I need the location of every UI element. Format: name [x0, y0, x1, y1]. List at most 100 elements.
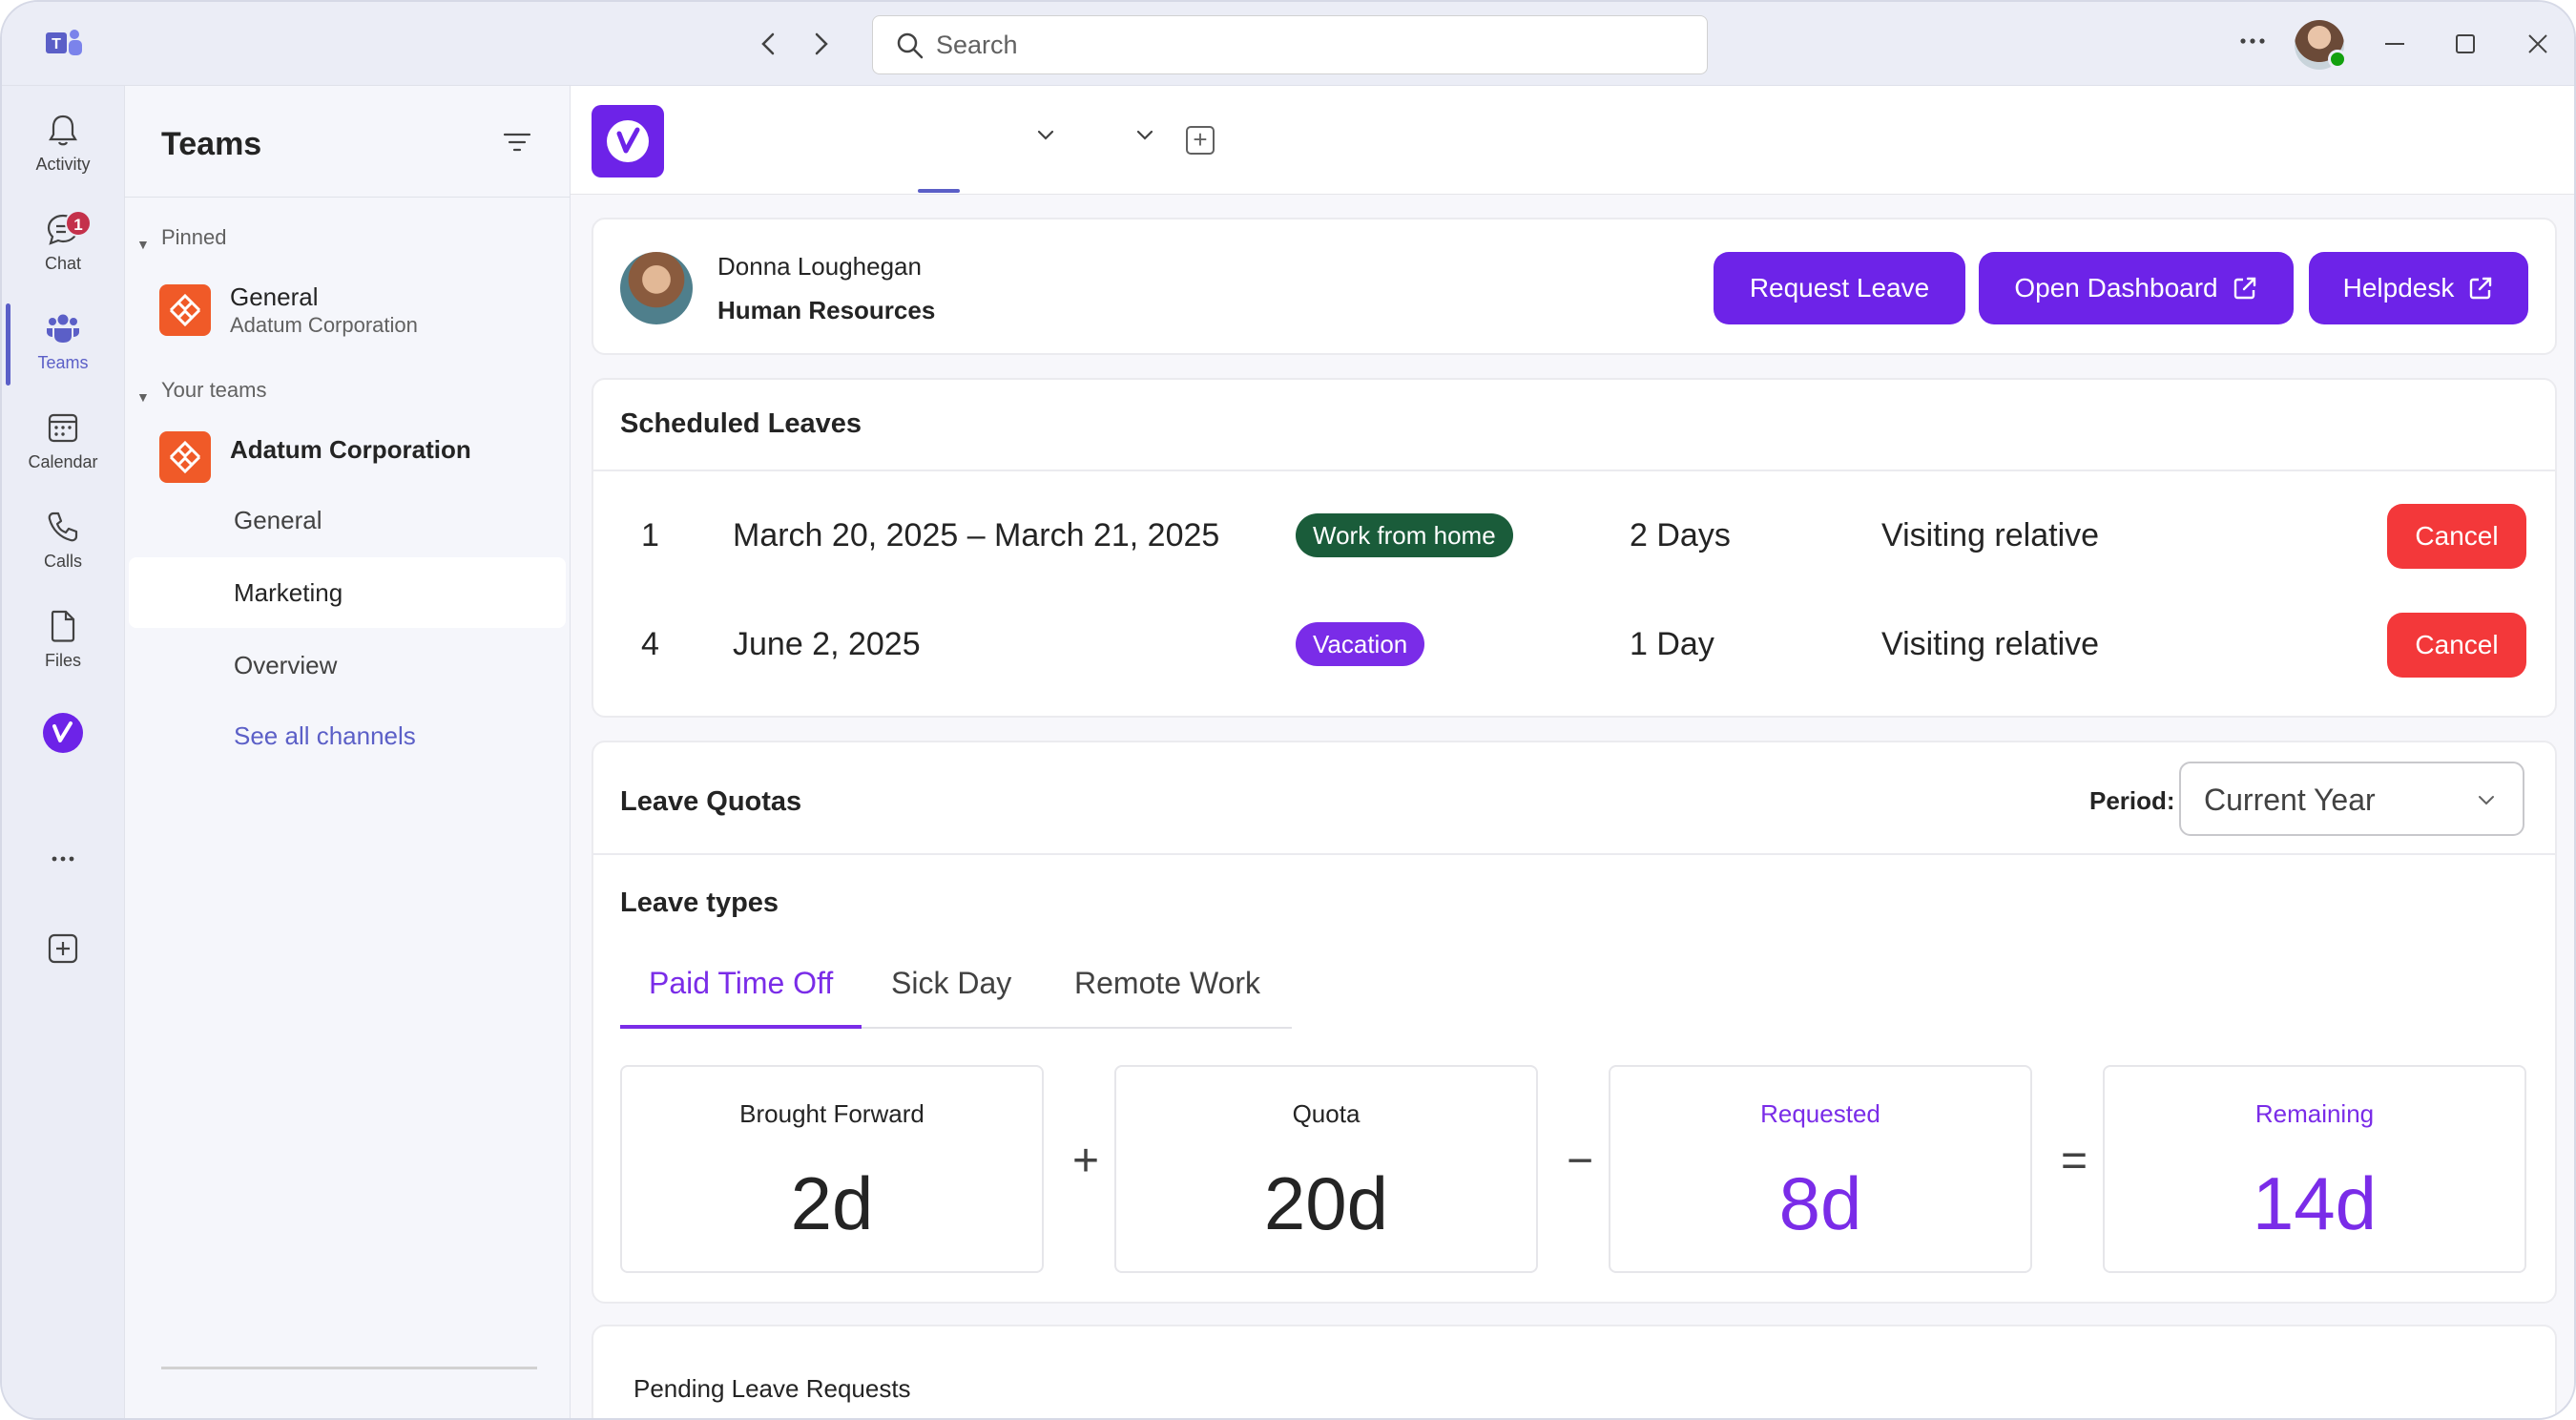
quota-label: Brought Forward: [739, 1099, 924, 1128]
rail-label: Calendar: [28, 452, 98, 471]
chevron-left-icon: [761, 32, 775, 55]
quota-value: 8d: [1778, 1161, 1862, 1245]
card-title: Pending Leave Requests: [634, 1374, 911, 1403]
request-leave-button[interactable]: Request Leave: [1714, 252, 1965, 324]
rail-more-apps-button[interactable]: [2, 840, 124, 878]
add-square-icon: [48, 933, 78, 964]
more-options-button[interactable]: [2238, 27, 2267, 63]
tab-remote-work[interactable]: Remote Work: [1046, 960, 1289, 1029]
leave-duration: 2 Days: [1630, 517, 1731, 553]
maximize-icon: [2456, 34, 2475, 53]
app-header: +: [571, 86, 2574, 195]
leave-type-badge: Work from home: [1296, 513, 1513, 557]
svg-text:T: T: [52, 36, 61, 52]
leave-app-icon: [607, 120, 649, 162]
quota-value: 20d: [1263, 1161, 1389, 1245]
minimize-icon: [2385, 43, 2404, 45]
leave-app-icon: [43, 713, 83, 753]
rail-item-activity[interactable]: Activity: [2, 111, 124, 206]
rail-item-calls[interactable]: Calls: [2, 508, 124, 603]
filter-icon[interactable]: [501, 128, 533, 157]
pane-title: Teams: [161, 126, 262, 162]
search-input[interactable]: [936, 26, 1680, 64]
chat-unread-badge: 1: [65, 210, 92, 237]
quota-label: Requested: [1760, 1099, 1880, 1128]
leave-type-badge: Vacation: [1296, 622, 1425, 666]
rail-label: Files: [44, 651, 81, 670]
employee-department: Human Resources: [717, 296, 936, 324]
employee-avatar: [620, 252, 693, 324]
leave-row: 1 March 20, 2025 – March 21, 2025 Work f…: [593, 487, 2555, 582]
rail-item-teams[interactable]: Teams: [2, 309, 124, 405]
card-title: Leave Quotas: [620, 786, 802, 817]
your-teams-section-label: Your teams: [161, 378, 267, 402]
close-button[interactable]: [2519, 25, 2557, 63]
card-divider: [593, 470, 2555, 471]
add-tab-button[interactable]: +: [1186, 126, 1215, 155]
presence-available-icon: [2328, 50, 2347, 69]
scheduled-leaves-card: Scheduled Leaves 1 March 20, 2025 – Marc…: [592, 378, 2557, 718]
tab-paid-time-off[interactable]: Paid Time Off: [620, 960, 862, 1029]
pinned-channel-name[interactable]: General: [230, 282, 319, 312]
period-select[interactable]: Current Year: [2179, 762, 2524, 836]
rail-item-files[interactable]: Files: [2, 607, 124, 702]
plus-icon: +: [1193, 125, 1208, 154]
profile-card: Donna Loughegan Human Resources Request …: [592, 218, 2557, 355]
pane-bottom-divider: [161, 1367, 537, 1369]
cancel-leave-button[interactable]: Cancel: [2387, 504, 2526, 569]
forward-button[interactable]: [803, 27, 838, 61]
teams-pane: Teams ▼ Pinned General Adatum Corporatio…: [124, 86, 571, 1418]
period-selected-value: Current Year: [2204, 783, 2376, 817]
team-name[interactable]: Adatum Corporation: [230, 435, 471, 465]
chevron-down-icon: [2479, 796, 2494, 805]
maximize-button[interactable]: [2446, 25, 2484, 63]
channel-item-selected[interactable]: Marketing: [129, 557, 566, 628]
pane-divider: [125, 197, 571, 198]
channel-item[interactable]: Overview: [129, 630, 566, 700]
team-tile-icon: [159, 284, 211, 336]
employee-name: Donna Loughegan: [717, 252, 922, 281]
quota-box: Quota 20d: [1114, 1065, 1538, 1273]
equals-operator: =: [2060, 1136, 2088, 1186]
external-link-icon: [2233, 277, 2255, 300]
tab-dropdown-button[interactable]: [1032, 122, 1059, 149]
pending-requests-card: Pending Leave Requests: [592, 1325, 2557, 1418]
pinned-channel-team: Adatum Corporation: [230, 313, 418, 337]
leave-types-title: Leave types: [620, 888, 779, 918]
period-label: Period:: [2089, 786, 2175, 815]
channel-item[interactable]: General: [129, 485, 566, 555]
team-tile-icon: [159, 431, 211, 483]
quota-value: 14d: [2252, 1161, 2378, 1245]
minus-operator: −: [1566, 1136, 1594, 1186]
chevron-down-icon: [1037, 130, 1054, 140]
card-title: Scheduled Leaves: [620, 408, 862, 439]
cancel-leave-button[interactable]: Cancel: [2387, 613, 2526, 678]
see-all-channels-link[interactable]: See all channels: [129, 700, 566, 771]
quota-label: Remaining: [2254, 1099, 2375, 1128]
caret-down-icon[interactable]: ▼: [136, 389, 150, 405]
helpdesk-button[interactable]: Helpdesk: [2309, 252, 2528, 324]
search-box[interactable]: [872, 15, 1708, 74]
active-tab-indicator: [918, 189, 960, 193]
caret-down-icon[interactable]: ▼: [136, 237, 150, 252]
ellipsis-icon: [52, 856, 74, 862]
rail-item-chat[interactable]: 1 Chat: [2, 210, 124, 305]
chevron-down-icon: [1136, 130, 1153, 140]
rail-label: Teams: [37, 353, 89, 372]
leave-app-logo[interactable]: [592, 105, 664, 178]
rail-item-leave-app[interactable]: [2, 712, 124, 769]
back-button[interactable]: [752, 27, 786, 61]
team-logo-icon: [169, 440, 201, 474]
plus-operator: +: [1071, 1136, 1100, 1186]
rail-add-apps-button[interactable]: [2, 929, 124, 968]
search-icon: [897, 32, 924, 59]
more-tabs-button[interactable]: [1132, 122, 1158, 149]
minimize-button[interactable]: [2376, 25, 2414, 63]
teams-logo-icon[interactable]: T: [44, 27, 84, 61]
rail-item-calendar[interactable]: Calendar: [2, 408, 124, 504]
calendar-icon: [48, 413, 78, 443]
open-dashboard-button[interactable]: Open Dashboard: [1979, 252, 2294, 324]
tab-sick-day[interactable]: Sick Day: [862, 960, 1040, 1029]
title-bar: T: [2, 2, 2574, 86]
leave-id: 1: [641, 517, 659, 553]
